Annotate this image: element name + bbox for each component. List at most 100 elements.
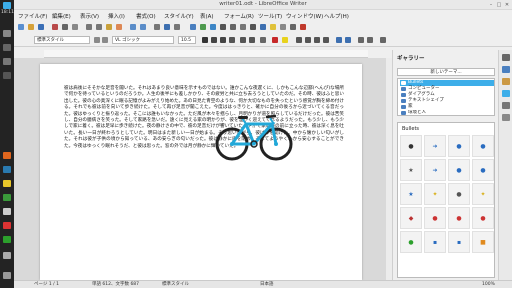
hyperlink-icon[interactable] bbox=[260, 24, 266, 30]
insert-pagebreak-icon[interactable] bbox=[230, 24, 236, 30]
italic-icon[interactable] bbox=[211, 37, 217, 43]
indent-icon[interactable] bbox=[358, 37, 364, 43]
cut-icon[interactable] bbox=[86, 24, 92, 30]
menu-table[interactable]: 表(A) bbox=[200, 12, 214, 20]
page-count[interactable]: ページ 1 / 1 bbox=[34, 281, 59, 288]
bullet-item[interactable]: ➜ bbox=[424, 159, 446, 181]
document-page[interactable]: 彼は肩後にそそかな足音を聞いた。それはあまり良い意味を示すものではない。誰かこん… bbox=[40, 64, 362, 280]
writer-icon[interactable] bbox=[3, 208, 11, 215]
save-icon[interactable] bbox=[38, 24, 44, 30]
app-icon[interactable] bbox=[3, 30, 11, 37]
menu-file[interactable]: ファイル(F) bbox=[18, 12, 47, 20]
superscript-icon[interactable] bbox=[240, 37, 246, 43]
bullet-item[interactable]: ● bbox=[472, 159, 494, 181]
minimize-button[interactable]: – bbox=[488, 2, 494, 8]
bullet-item[interactable]: ● bbox=[424, 207, 446, 229]
line-icon[interactable] bbox=[290, 24, 296, 30]
maximize-button[interactable]: □ bbox=[496, 2, 502, 8]
styles-icon[interactable] bbox=[502, 78, 510, 85]
files-icon[interactable] bbox=[3, 166, 11, 173]
menu-tools[interactable]: ツール(T) bbox=[258, 12, 282, 20]
undo-icon[interactable] bbox=[130, 24, 136, 30]
insert-chart-icon[interactable] bbox=[210, 24, 216, 30]
subscript-icon[interactable] bbox=[249, 37, 255, 43]
page-style[interactable]: 標準スタイル bbox=[162, 281, 189, 288]
print-icon[interactable] bbox=[62, 24, 68, 30]
gallery-icon[interactable] bbox=[502, 90, 510, 97]
insert-table-icon[interactable] bbox=[190, 24, 196, 30]
notes-icon[interactable] bbox=[3, 180, 11, 187]
menu-insert[interactable]: 挿入(I) bbox=[108, 12, 125, 20]
paste-icon[interactable] bbox=[106, 24, 112, 30]
menu-help[interactable]: ヘルプ(H) bbox=[324, 12, 349, 20]
bullet-item[interactable]: ● bbox=[400, 231, 422, 253]
close-button[interactable]: ✕ bbox=[504, 2, 510, 8]
bullet-item[interactable]: ▪ bbox=[448, 231, 470, 253]
preview-icon[interactable] bbox=[72, 24, 78, 30]
bullet-item[interactable]: ● bbox=[400, 135, 422, 157]
new-style-icon[interactable] bbox=[102, 37, 108, 43]
page-icon[interactable] bbox=[502, 114, 510, 121]
align-center-icon[interactable] bbox=[305, 37, 311, 43]
bullet-item[interactable]: ★ bbox=[400, 183, 422, 205]
calc-icon[interactable] bbox=[3, 194, 11, 201]
insert-image-icon[interactable] bbox=[200, 24, 206, 30]
firefox-icon[interactable] bbox=[3, 152, 11, 159]
theme-item-environment[interactable]: 環境と人 bbox=[400, 110, 494, 115]
formatting-marks-icon[interactable] bbox=[174, 24, 180, 30]
bullet-item[interactable]: ✦ bbox=[472, 183, 494, 205]
menu-form[interactable]: フォーム(R) bbox=[224, 12, 254, 20]
open-icon[interactable] bbox=[28, 24, 34, 30]
update-style-icon[interactable] bbox=[94, 37, 100, 43]
language[interactable]: 日本語 bbox=[260, 281, 274, 288]
menu-edit[interactable]: 編集(E) bbox=[52, 12, 71, 20]
trash-icon[interactable] bbox=[3, 252, 11, 259]
clone-icon[interactable] bbox=[116, 24, 122, 30]
sidebar-menu-icon[interactable] bbox=[502, 54, 510, 61]
bullet-item[interactable]: ➜ bbox=[424, 135, 446, 157]
font-name-combo[interactable]: VL ゴシック bbox=[112, 36, 174, 44]
app-icon[interactable] bbox=[3, 236, 11, 243]
highlight-icon[interactable] bbox=[282, 37, 288, 43]
bullet-item[interactable]: ✦ bbox=[424, 183, 446, 205]
strikethrough-icon[interactable] bbox=[229, 37, 235, 43]
navigator-icon[interactable] bbox=[502, 102, 510, 109]
settings-icon[interactable] bbox=[3, 272, 11, 279]
bullet-item[interactable]: ■ bbox=[472, 231, 494, 253]
horizontal-ruler[interactable] bbox=[44, 50, 368, 58]
copy-icon[interactable] bbox=[96, 24, 102, 30]
bullet-item[interactable]: ● bbox=[448, 207, 470, 229]
new-icon[interactable] bbox=[18, 24, 24, 30]
shapes-icon[interactable] bbox=[300, 24, 306, 30]
bullet-item[interactable]: ● bbox=[472, 135, 494, 157]
zoom-level[interactable]: 100% bbox=[482, 281, 495, 288]
font-color-icon[interactable] bbox=[272, 37, 278, 43]
menu-window[interactable]: ウィンドウ(W) bbox=[286, 12, 323, 20]
font-size-combo[interactable]: 10.5 bbox=[178, 36, 196, 44]
launcher-icon[interactable] bbox=[3, 2, 11, 9]
menu-format[interactable]: 書式(O) bbox=[136, 12, 156, 20]
bullet-item[interactable]: ● bbox=[448, 135, 470, 157]
find-icon[interactable] bbox=[154, 24, 160, 30]
bullet-item[interactable]: ● bbox=[448, 183, 470, 205]
bullet-item[interactable]: ★ bbox=[400, 159, 422, 181]
justify-icon[interactable] bbox=[323, 37, 329, 43]
menu-view[interactable]: 表示(V) bbox=[80, 12, 99, 20]
app-icon[interactable] bbox=[3, 58, 11, 65]
bicycle-image[interactable] bbox=[214, 108, 294, 164]
clear-format-icon[interactable] bbox=[260, 37, 266, 43]
align-right-icon[interactable] bbox=[314, 37, 320, 43]
bullet-item[interactable]: ● bbox=[472, 207, 494, 229]
pdf-icon[interactable] bbox=[52, 24, 58, 30]
app-icon[interactable] bbox=[3, 222, 11, 229]
insert-field-icon[interactable] bbox=[240, 24, 246, 30]
bullets-icon[interactable] bbox=[336, 37, 342, 43]
bullet-item[interactable]: ● bbox=[448, 159, 470, 181]
document-body-text[interactable]: 彼は肩後にそそかな足音を聞いた。それはあまり良い意味を示すものではない。誰かこん… bbox=[64, 86, 344, 150]
special-char-icon[interactable] bbox=[250, 24, 256, 30]
menu-styles[interactable]: スタイル(Y) bbox=[164, 12, 194, 20]
paragraph-style-combo[interactable]: 標準スタイル bbox=[34, 36, 90, 44]
underline-icon[interactable] bbox=[220, 37, 226, 43]
bold-icon[interactable] bbox=[202, 37, 208, 43]
numbering-icon[interactable] bbox=[345, 37, 351, 43]
